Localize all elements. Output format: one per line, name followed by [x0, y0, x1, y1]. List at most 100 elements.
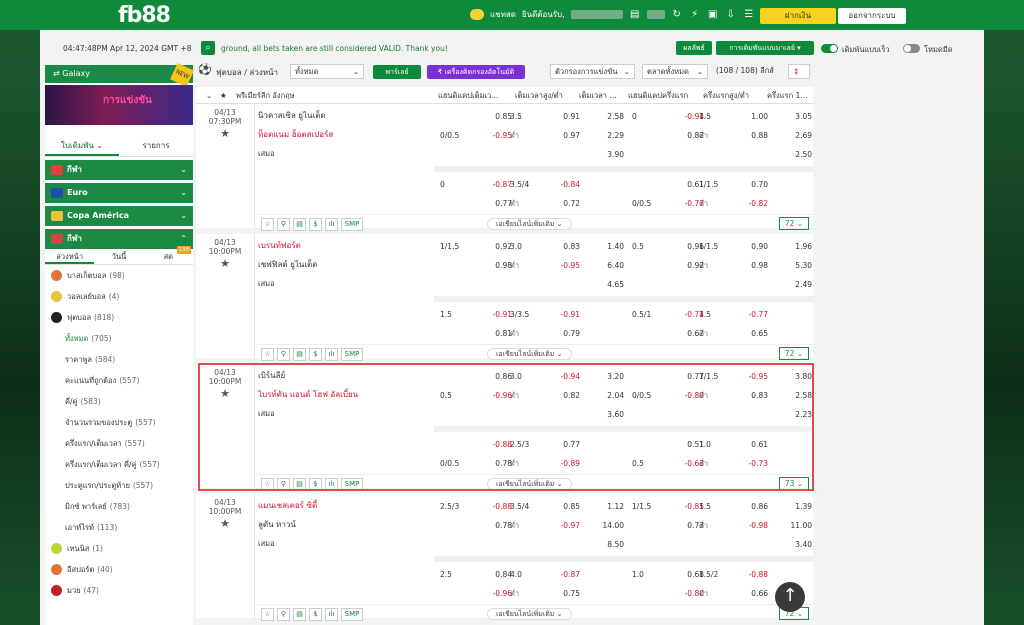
market-item-0[interactable]: ทั้งหมด (705): [45, 328, 193, 349]
odds-value[interactable]: 0.83: [546, 238, 580, 256]
market-item-1[interactable]: ราคาพูล (584): [45, 349, 193, 370]
sport-item-2[interactable]: ฟุตบอล (818): [45, 307, 193, 328]
card-icon[interactable]: ▤: [293, 218, 306, 231]
odds-value[interactable]: 0.86: [734, 498, 768, 516]
market-item-2[interactable]: คะแนนที่ถูกต้อง (557): [45, 370, 193, 391]
odds-value[interactable]: 1.39: [778, 498, 812, 516]
odds-value[interactable]: 0.66: [734, 585, 768, 603]
odds-value[interactable]: -0.84: [546, 176, 580, 194]
card-icon[interactable]: ▤: [293, 608, 306, 621]
calculator-button[interactable]: ₹ เครื่องคิดกรองอัตโนมัติ: [427, 65, 525, 79]
checklist-icon[interactable]: ☰: [743, 9, 755, 21]
odds-value[interactable]: 0.91: [546, 108, 580, 126]
cashout-icon[interactable]: $: [309, 608, 322, 621]
odds-value[interactable]: 0.70: [734, 176, 768, 194]
odds-value[interactable]: 0.97: [546, 127, 580, 145]
parlay-button[interactable]: พาร์เลย์: [373, 65, 421, 79]
sidebar-section-1[interactable]: Euro ⌄: [45, 183, 193, 203]
odds-value[interactable]: 1.40: [590, 238, 624, 256]
market-count-button[interactable]: 72 ⌄: [779, 347, 809, 360]
odds-value[interactable]: 14.00: [590, 517, 624, 535]
sidebar-section-2[interactable]: Copa América ⌄: [45, 206, 193, 226]
galaxy-link[interactable]: ⇄ Galaxy NEW: [45, 62, 194, 88]
odds-value[interactable]: 6.40: [590, 257, 624, 275]
favorite-star-icon[interactable]: ★: [196, 517, 254, 530]
league-select[interactable]: ทั้งหมด ⌄: [290, 64, 364, 79]
sport-item-0[interactable]: บาสเก็ตบอล (98): [45, 265, 193, 286]
odds-value[interactable]: 0.85: [478, 108, 512, 126]
dark-mode-toggle[interactable]: [903, 44, 920, 53]
favorite-league-icon[interactable]: ★: [220, 87, 227, 104]
match-filter-select[interactable]: ตัวกรองการแข่งขัน ⌄: [550, 64, 635, 79]
odds-value[interactable]: 2.69: [778, 127, 812, 145]
notes-icon[interactable]: ▤: [629, 9, 641, 21]
other-sport-0[interactable]: เทนนิส (1): [45, 538, 193, 559]
odds-value[interactable]: 0.81: [478, 325, 512, 343]
download-icon[interactable]: ⇩: [725, 9, 737, 21]
transfer-icon[interactable]: ⚡: [689, 9, 701, 21]
stats-icon[interactable]: ⚲: [277, 218, 290, 231]
tab-today[interactable]: วันนี้: [94, 249, 143, 264]
odds-value[interactable]: 2.29: [590, 127, 624, 145]
stats-icon[interactable]: ⚲: [277, 608, 290, 621]
chat-icon[interactable]: [470, 9, 484, 20]
deposit-button[interactable]: ฝากเงิน: [760, 8, 836, 24]
odds-value[interactable]: 3.40: [778, 536, 812, 554]
odds-value[interactable]: 2.49: [778, 276, 812, 294]
odds-value[interactable]: 0.88: [734, 127, 768, 145]
odds-value[interactable]: 0.78: [478, 517, 512, 535]
odds-value[interactable]: 0.72: [546, 195, 580, 213]
quick-bet-toggle[interactable]: [821, 44, 838, 53]
odds-value[interactable]: 0.98: [478, 257, 512, 275]
odds-value[interactable]: 0.92: [478, 238, 512, 256]
market-item-4[interactable]: จำนวนรวมของประตู (557): [45, 412, 193, 433]
stats-icon[interactable]: ⚲: [277, 348, 290, 361]
home-team[interactable]: นิวคาสเซิล ยูไนเต็ด: [258, 106, 434, 125]
tab-list[interactable]: รายการ: [119, 135, 193, 156]
odds-value[interactable]: 0.84: [478, 566, 512, 584]
market-item-8[interactable]: มิกซ์ พาร์เลย์ (783): [45, 496, 193, 517]
market-item-6[interactable]: ครึ่งแรก/เต็มเวลา คี่/คู่ (557): [45, 454, 193, 475]
odds-value[interactable]: -0.87: [546, 566, 580, 584]
odds-value[interactable]: 1.96: [778, 238, 812, 256]
search-icon[interactable]: ⌕: [201, 41, 215, 55]
odds-value[interactable]: 3.05: [778, 108, 812, 126]
odds-value[interactable]: 3.90: [590, 146, 624, 164]
market-item-9[interactable]: เอาท์ไรท์ (113): [45, 517, 193, 538]
live-chat-link[interactable]: แชทสด: [490, 8, 516, 21]
card-icon[interactable]: ▤: [293, 348, 306, 361]
market-item-7[interactable]: ประตูแรก/ประตูท้าย (557): [45, 475, 193, 496]
home-team[interactable]: แมนเชสเตอร์ ซิตี้: [258, 496, 434, 515]
away-team[interactable]: เชฟฟิลด์ ยูไนเต็ด: [258, 255, 434, 274]
home-team[interactable]: เบรนท์ฟอร์ด: [258, 236, 434, 255]
tab-betslip[interactable]: ใบเดิมพัน ⌄: [45, 135, 119, 156]
odds-value[interactable]: -0.77: [734, 306, 768, 324]
logo[interactable]: fb88: [118, 3, 171, 28]
sport-item-1[interactable]: วอลเลย์บอล (4): [45, 286, 193, 307]
results-button[interactable]: ผลลัพธ์: [676, 41, 712, 55]
odds-value[interactable]: 0.77: [478, 195, 512, 213]
odds-value[interactable]: 0.90: [734, 238, 768, 256]
logout-button[interactable]: ออกจากระบบ: [838, 8, 906, 24]
sort-icon[interactable]: ↕: [788, 64, 810, 79]
odds-value[interactable]: 5.30: [778, 257, 812, 275]
favorite-icon[interactable]: ☆: [261, 608, 274, 621]
market-item-3[interactable]: คี่/คู่ (583): [45, 391, 193, 412]
odds-type-select[interactable]: การเดิมพันแบบมาเลย์ ▾: [716, 41, 814, 55]
odds-value[interactable]: -0.91: [546, 306, 580, 324]
odds-value[interactable]: -0.82: [734, 195, 768, 213]
odds-value[interactable]: 4.65: [590, 276, 624, 294]
247-icon[interactable]: ▣: [707, 9, 719, 21]
chart-icon[interactable]: ılı: [325, 608, 338, 621]
odds-value[interactable]: 1.12: [590, 498, 624, 516]
cashout-icon[interactable]: $: [309, 218, 322, 231]
odds-value[interactable]: 11.00: [778, 517, 812, 535]
odds-value[interactable]: 0.98: [734, 257, 768, 275]
collapse-icon[interactable]: ⌄: [206, 87, 212, 104]
odds-value[interactable]: -0.95: [478, 127, 512, 145]
odds-value[interactable]: 1.00: [734, 108, 768, 126]
odds-value[interactable]: 0.65: [734, 325, 768, 343]
favorite-star-icon[interactable]: ★: [196, 127, 254, 140]
odds-value[interactable]: -0.98: [734, 517, 768, 535]
chart-icon[interactable]: ılı: [325, 218, 338, 231]
